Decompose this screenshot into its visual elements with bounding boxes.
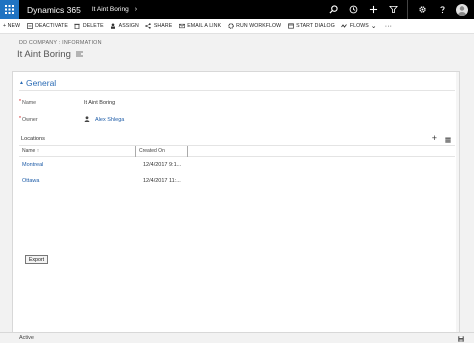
trash-icon: [74, 23, 81, 30]
column-name-label: Name ↑: [22, 148, 40, 154]
record-header: DD COMPANY : INFORMATION It Aint Boring: [0, 34, 474, 66]
field-name: * Name It Aint Boring: [19, 95, 455, 110]
app-launcher-icon[interactable]: [0, 0, 19, 19]
cell-created-on: 12/4/2017 11:...: [143, 178, 181, 184]
run-workflow-button-label: RUN WORKFLOW: [236, 23, 282, 29]
share-icon: [145, 23, 152, 30]
flows-button-label: FLOWS: [349, 23, 369, 29]
view-list-icon[interactable]: [445, 130, 451, 148]
cell-created-on: 12/4/2017 9:1...: [143, 162, 182, 168]
chevron-right-icon: ›: [134, 6, 138, 13]
command-bar: + NEW DEACTIVATE DELETE ASSIGN SHARE EMA…: [0, 19, 474, 34]
column-header-created-on[interactable]: Created On: [136, 145, 188, 157]
status-bar: Active: [0, 332, 474, 343]
delete-button[interactable]: DELETE: [74, 23, 104, 30]
form-card: ▲ General * Name It Aint Boring * Owner …: [12, 71, 460, 335]
entity-form-selector[interactable]: DD COMPANY : INFORMATION: [19, 40, 102, 46]
subgrid-title: Locations: [21, 135, 45, 142]
email-link-button[interactable]: EMAIL A LINK: [178, 23, 221, 30]
collapse-caret-icon: ▲: [19, 80, 24, 86]
nav-divider: [407, 0, 408, 19]
help-icon[interactable]: [432, 0, 452, 19]
person-icon: [84, 115, 90, 124]
filter-icon[interactable]: [383, 0, 403, 19]
section-general-title: General: [25, 78, 57, 88]
top-nav-bar: Dynamics 365 It Aint Boring ›: [0, 0, 474, 19]
start-dialog-button[interactable]: START DIALOG: [287, 23, 335, 30]
cell-location-name[interactable]: Montreal: [19, 162, 136, 168]
name-field[interactable]: It Aint Boring: [84, 100, 115, 106]
required-marker: *: [19, 115, 21, 122]
workflow-icon: [227, 23, 234, 30]
deactivate-icon: [26, 23, 33, 30]
share-button-label: SHARE: [153, 23, 173, 29]
more-icon: ···: [384, 22, 393, 30]
column-created-label: Created On: [139, 148, 165, 154]
deactivate-button-label: DEACTIVATE: [35, 23, 68, 29]
new-button[interactable]: + NEW: [3, 23, 20, 29]
field-name-label-text: Name: [22, 99, 37, 106]
flows-button[interactable]: FLOWS ⌄: [341, 22, 377, 30]
required-marker: *: [19, 98, 21, 105]
section-divider: [19, 90, 455, 91]
subgrid-header: Locations +: [19, 132, 455, 146]
save-icon[interactable]: [458, 329, 464, 343]
new-button-label: + NEW: [3, 23, 21, 29]
email-link-button-label: EMAIL A LINK: [187, 23, 222, 29]
record-title: It Aint Boring: [17, 49, 83, 60]
dialog-icon: [287, 23, 294, 30]
form-scrollbar[interactable]: [456, 72, 459, 334]
search-icon[interactable]: [323, 0, 343, 19]
field-name-label: * Name: [19, 98, 84, 106]
nav-breadcrumb[interactable]: It Aint Boring ›: [92, 6, 137, 13]
table-row[interactable]: Ottawa 12/4/2017 11:...: [19, 173, 455, 189]
chevron-down-icon: ⌄: [370, 23, 377, 30]
cell-location-name[interactable]: Ottawa: [19, 178, 136, 184]
table-row[interactable]: Montreal 12/4/2017 9:1...: [19, 157, 455, 173]
history-icon[interactable]: [343, 0, 363, 19]
gear-icon[interactable]: [412, 0, 432, 19]
nav-breadcrumb-label: It Aint Boring: [91, 6, 129, 13]
field-owner-label: * Owner: [19, 115, 84, 123]
owner-field[interactable]: Alex Shlega: [84, 115, 124, 124]
deactivate-button[interactable]: DEACTIVATE: [26, 23, 68, 30]
plus-icon[interactable]: [363, 0, 383, 19]
user-avatar[interactable]: [456, 3, 468, 16]
run-workflow-button[interactable]: RUN WORKFLOW: [227, 23, 281, 30]
assign-icon: [110, 23, 117, 30]
flows-icon: [341, 23, 348, 30]
section-general[interactable]: ▲ General: [19, 78, 56, 88]
column-header-name[interactable]: Name ↑: [19, 145, 136, 157]
delete-button-label: DELETE: [82, 23, 104, 29]
record-title-text: It Aint Boring: [17, 49, 71, 60]
assign-button-label: ASSIGN: [118, 23, 139, 29]
locations-subgrid: Locations + Name ↑ Created On Montreal 1…: [19, 132, 455, 192]
start-dialog-button-label: START DIALOG: [296, 23, 335, 29]
field-owner-label-text: Owner: [22, 116, 38, 123]
share-button[interactable]: SHARE: [145, 23, 172, 30]
owner-link[interactable]: Alex Shlega: [95, 117, 124, 123]
record-menu-icon[interactable]: [75, 49, 83, 60]
more-commands-button[interactable]: ···: [383, 23, 392, 30]
add-record-icon[interactable]: +: [432, 134, 437, 143]
assign-button[interactable]: ASSIGN: [110, 23, 139, 30]
app-name[interactable]: Dynamics 365: [27, 5, 81, 15]
export-button[interactable]: Export: [25, 255, 48, 264]
record-status: Active: [19, 335, 34, 341]
mail-icon: [178, 23, 185, 30]
field-owner: * Owner Alex Shlega: [19, 112, 455, 127]
grid-column-headers: Name ↑ Created On: [19, 145, 455, 157]
